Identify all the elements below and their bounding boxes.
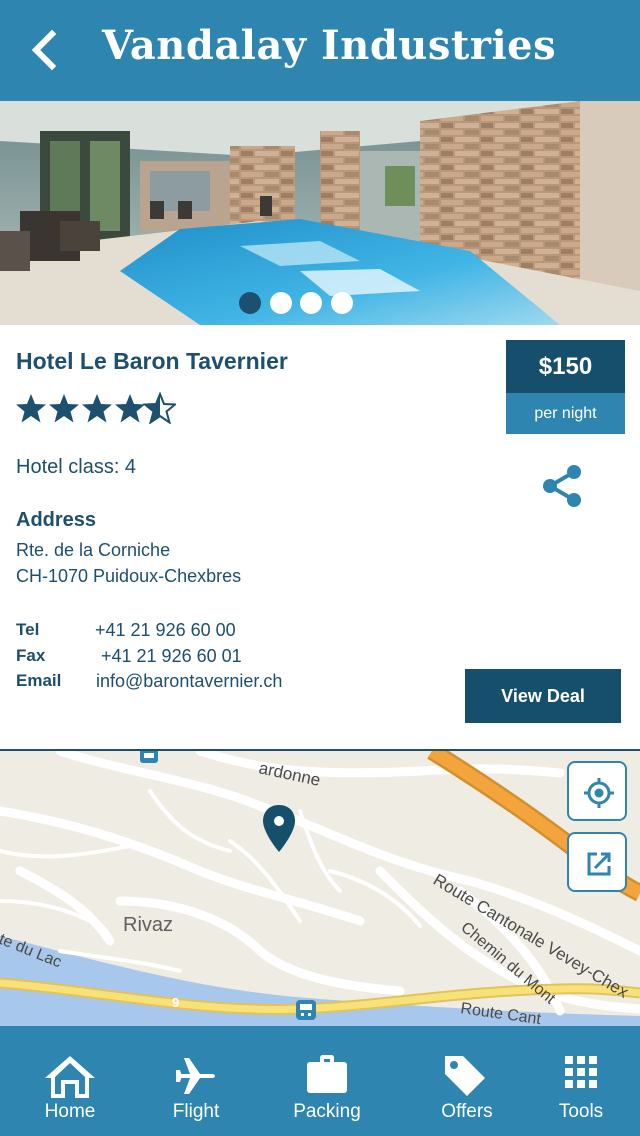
home-icon bbox=[45, 1056, 95, 1098]
carousel-dot-4[interactable] bbox=[331, 292, 353, 314]
airplane-icon bbox=[176, 1058, 215, 1094]
tab-label: Offers bbox=[441, 1101, 493, 1122]
star-full-icon bbox=[115, 394, 145, 423]
tab-label: Tools bbox=[558, 1101, 604, 1122]
grid-icon bbox=[565, 1056, 597, 1088]
locate-button[interactable] bbox=[567, 761, 627, 821]
carousel-indicators bbox=[0, 292, 640, 316]
tab-label: Home bbox=[44, 1101, 96, 1122]
tel-label: Tel bbox=[16, 620, 40, 639]
map-label-town: Rivaz bbox=[123, 914, 173, 936]
train-station-icon bbox=[296, 1000, 316, 1020]
tag-icon bbox=[445, 1056, 485, 1096]
carousel-dot-1[interactable] bbox=[239, 292, 261, 314]
share-icon bbox=[543, 465, 581, 507]
map-label-road-number: 9 bbox=[172, 995, 179, 1010]
share-button[interactable] bbox=[538, 462, 588, 510]
address-heading: Address bbox=[16, 509, 97, 531]
map-label-road-top: ardonne bbox=[257, 758, 322, 790]
star-full-icon bbox=[49, 394, 79, 423]
fax-value: +41 21 926 60 01 bbox=[101, 646, 242, 666]
tab-label: Packing bbox=[293, 1101, 361, 1122]
app-header: Vandalay Industries bbox=[0, 0, 640, 101]
briefcase-icon bbox=[307, 1055, 347, 1093]
carousel-dot-3[interactable] bbox=[300, 292, 322, 314]
tab-home[interactable]: Home bbox=[20, 1026, 120, 1136]
star-half-icon bbox=[144, 393, 176, 424]
fax-label: Fax bbox=[16, 646, 46, 665]
hotel-class: Hotel class: 4 bbox=[16, 456, 137, 478]
tel-value[interactable]: +41 21 926 60 00 bbox=[95, 620, 236, 641]
view-deal-button[interactable]: View Deal bbox=[465, 669, 621, 723]
price-unit: per night bbox=[506, 393, 625, 434]
star-full-icon bbox=[16, 394, 46, 423]
chevron-left-icon bbox=[31, 29, 57, 71]
crosshair-icon bbox=[584, 778, 614, 808]
external-link-icon bbox=[587, 852, 611, 876]
open-map-button[interactable] bbox=[567, 832, 627, 892]
star-rating bbox=[16, 392, 176, 424]
price-badge: $150 per night bbox=[506, 340, 625, 434]
star-full-icon bbox=[82, 394, 112, 423]
hotel-name: Hotel Le Baron Tavernier bbox=[16, 348, 288, 374]
price-value: $150 bbox=[506, 340, 625, 393]
back-button[interactable] bbox=[22, 22, 66, 78]
tab-flight[interactable]: Flight bbox=[146, 1026, 246, 1136]
tab-packing[interactable]: Packing bbox=[277, 1026, 377, 1136]
address-line-1: Rte. de la Corniche bbox=[16, 540, 171, 560]
bottom-tab-bar: Home Flight Packing Offers Tools bbox=[0, 1026, 640, 1136]
carousel-dot-2[interactable] bbox=[270, 292, 292, 314]
tab-label: Flight bbox=[172, 1101, 220, 1122]
map-pin-icon[interactable] bbox=[263, 805, 295, 852]
tab-offers[interactable]: Offers bbox=[417, 1026, 517, 1136]
address-line-2: CH-1070 Puidoux-Chexbres bbox=[16, 566, 242, 586]
train-station-icon bbox=[140, 751, 158, 763]
hotel-map[interactable]: Rivaz ardonne Route Cantonale Vevey-Chex… bbox=[0, 751, 640, 1026]
email-value[interactable]: info@barontavernier.ch bbox=[96, 671, 282, 692]
email-label: Email bbox=[16, 671, 62, 690]
tab-tools[interactable]: Tools bbox=[531, 1026, 631, 1136]
page-title: Vandalay Industries bbox=[102, 22, 557, 69]
